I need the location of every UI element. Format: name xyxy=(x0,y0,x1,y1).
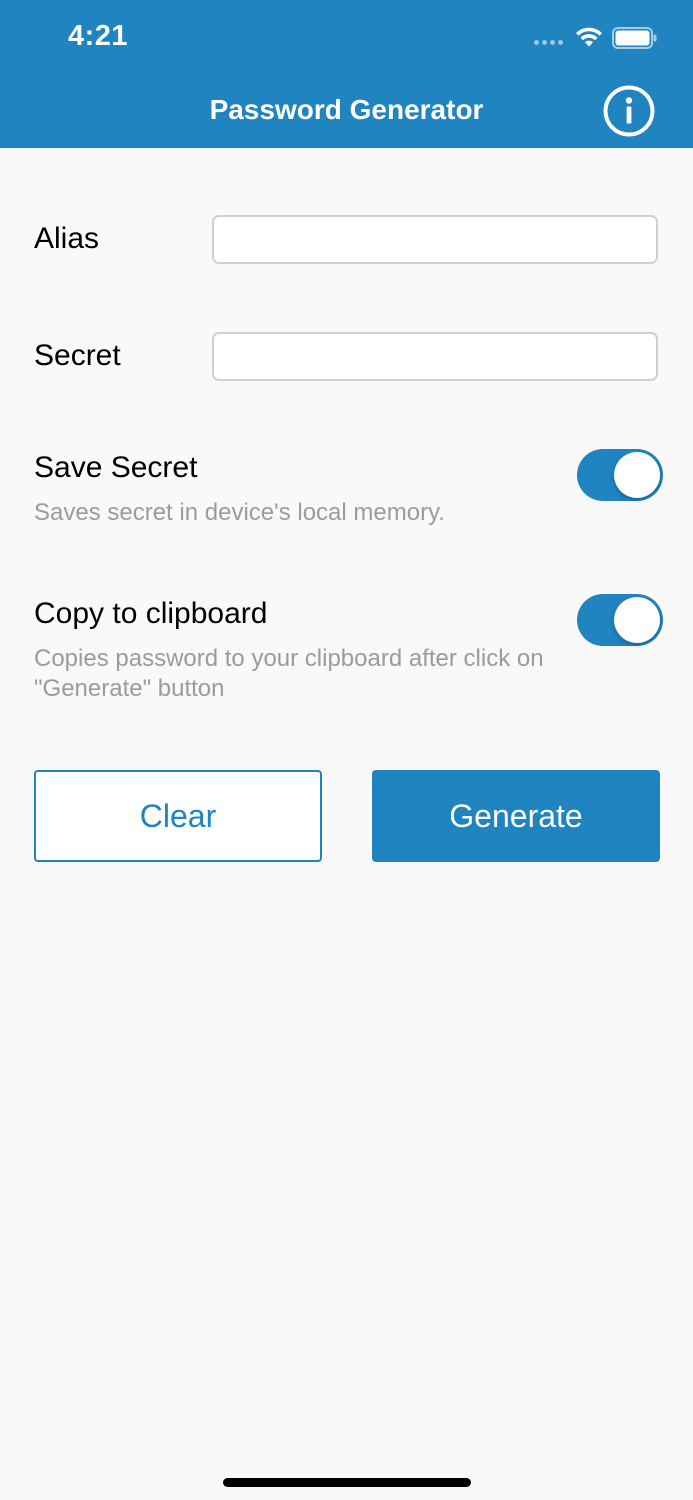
home-indicator xyxy=(223,1478,471,1487)
generate-button[interactable]: Generate xyxy=(372,770,660,862)
info-icon[interactable] xyxy=(602,84,656,138)
cellular-signal-icon xyxy=(534,40,563,45)
copy-clipboard-hint: Copies password to your clipboard after … xyxy=(34,645,544,702)
alias-label: Alias xyxy=(34,222,100,255)
secret-input[interactable] xyxy=(212,332,658,381)
status-time: 4:21 xyxy=(68,20,129,52)
page-title: Password Generator xyxy=(209,94,484,125)
toggle-knob xyxy=(614,452,660,498)
copy-clipboard-toggle[interactable] xyxy=(577,594,663,646)
save-secret-label: Save Secret xyxy=(34,451,198,484)
save-secret-hint: Saves secret in device's local memory. xyxy=(34,499,445,526)
toggle-knob xyxy=(614,597,660,643)
app-header: 4:21 Password Generator xyxy=(0,0,693,148)
copy-clipboard-label: Copy to clipboard xyxy=(34,597,268,630)
save-secret-toggle[interactable] xyxy=(577,449,663,501)
battery-icon xyxy=(612,27,657,49)
secret-label: Secret xyxy=(34,339,121,372)
wifi-icon xyxy=(576,27,602,47)
clear-button[interactable]: Clear xyxy=(34,770,322,862)
alias-input[interactable] xyxy=(212,215,658,264)
